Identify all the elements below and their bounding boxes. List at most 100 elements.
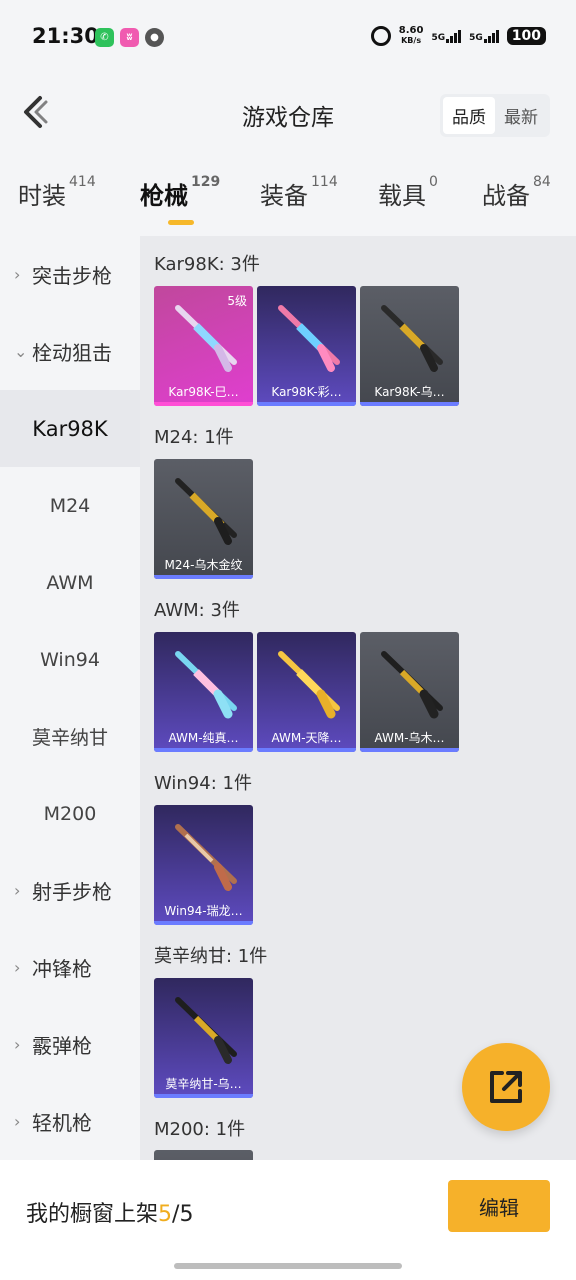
sidebar-item-bolt-sniper[interactable]: ⌄ 栓动狙击 (0, 313, 140, 390)
sidebar-item-lmg[interactable]: › 轻机枪 (0, 1083, 140, 1160)
item-card[interactable]: AWM-天降… (257, 632, 356, 752)
group-title-awm: AWM: 3件 (154, 600, 240, 621)
sidebar-item-label: 冲锋枪 (32, 957, 92, 981)
item-card[interactable]: Win94-瑞龙… (154, 805, 253, 925)
net-speed: 8.60 KB/s (399, 26, 424, 46)
bottom-bar: 我的橱窗上架5/5 编辑 (0, 1160, 576, 1280)
showcase-total: 5 (179, 1202, 194, 1227)
tab-label: 战备 (482, 182, 530, 210)
tab-guns[interactable]: 枪械 129 (140, 174, 220, 225)
chevron-down-icon: ⌄ (14, 342, 28, 361)
sidebar-item-mosin[interactable]: 莫辛纳甘 (0, 698, 140, 775)
sidebar-item-label: 栓动狙击 (32, 341, 112, 365)
sidebar-item-shotgun[interactable]: › 霰弹枪 (0, 1006, 140, 1083)
tab-count: 414 (69, 174, 96, 190)
tab-label: 载具 (378, 182, 426, 210)
rifle-icon (175, 478, 237, 545)
item-card[interactable]: AWM-纯真… (154, 632, 253, 752)
sidebar-item-awm[interactable]: AWM (0, 544, 140, 621)
rifle-icon (381, 305, 443, 372)
group-title-kar98k: Kar98K: 3件 (154, 254, 260, 275)
chevron-right-icon: › (14, 265, 21, 284)
signal-label-1: 5G (431, 32, 446, 43)
quality-bar (257, 402, 356, 406)
item-name: AWM-乌木… (374, 731, 445, 745)
quality-bar (154, 748, 253, 752)
chevron-right-icon: › (14, 1112, 21, 1131)
item-name: AWM-天降… (271, 731, 342, 745)
sidebar-item-smg[interactable]: › 冲锋枪 (0, 929, 140, 1006)
quality-bar (360, 748, 459, 752)
notification-icons: ✆ ʬ ● (95, 28, 164, 47)
quality-bar (154, 1094, 253, 1098)
item-card[interactable] (154, 1150, 253, 1160)
wechat-icon: ✆ (95, 28, 114, 47)
group-title-win94: Win94: 1件 (154, 773, 252, 794)
item-card[interactable]: Kar98K-彩… (257, 286, 356, 406)
weapon-inventory-list: Kar98K: 3件 5级 Kar98K-巳… Kar98K-彩… Kar98K… (140, 236, 576, 1160)
rifle-icon (175, 305, 237, 372)
item-name: M24-乌木金纹 (164, 558, 243, 572)
item-card[interactable]: 5级 Kar98K-巳… (154, 286, 253, 406)
category-tabs: 时装 414 枪械 129 装备 114 载具 0 战备 84 (0, 166, 576, 230)
tab-vehicles[interactable]: 载具 0 (378, 174, 438, 211)
quality-bar (154, 921, 253, 925)
showcase-label: 我的橱窗上架 (26, 1202, 159, 1227)
tab-supplies[interactable]: 战备 84 (482, 174, 551, 211)
item-card[interactable]: Kar98K-乌… (360, 286, 459, 406)
item-name: Kar98K-彩… (271, 385, 342, 399)
group-title-mosin: 莫辛纳甘: 1件 (154, 946, 268, 967)
edit-button[interactable]: 编辑 (448, 1180, 550, 1232)
rifle-icon (278, 651, 340, 719)
status-time: 21:30 (32, 24, 99, 48)
sidebar-item-label: 突击步枪 (32, 264, 112, 288)
item-name: Win94-瑞龙… (164, 904, 243, 918)
sidebar-item-win94[interactable]: Win94 (0, 621, 140, 698)
alarm-icon (370, 26, 391, 46)
sort-toggle: 品质 最新 (440, 94, 550, 137)
signal-icon-2: 5G (469, 29, 499, 43)
item-name: AWM-纯真… (168, 731, 239, 745)
rifle-icon (278, 305, 340, 372)
quality-bar (154, 575, 253, 579)
sidebar-item-label: 射手步枪 (32, 880, 112, 904)
item-card[interactable]: 莫辛纳甘-乌… (154, 978, 253, 1098)
tab-outfits[interactable]: 时装 414 (18, 174, 96, 211)
tab-count: 0 (429, 174, 438, 190)
sidebar-item-kar98k[interactable]: Kar98K (0, 390, 140, 467)
sidebar-item-label: 霰弹枪 (32, 1034, 92, 1058)
home-indicator[interactable] (174, 1263, 402, 1269)
tab-active-indicator (168, 220, 194, 225)
rifle-icon (175, 651, 237, 719)
tab-count: 114 (311, 174, 338, 190)
chevron-right-icon: › (14, 958, 21, 977)
avatar-notification-icon: ● (145, 28, 164, 47)
sidebar-item-m24[interactable]: M24 (0, 467, 140, 544)
item-card[interactable]: M24-乌木金纹 (154, 459, 253, 579)
rifle-icon (175, 997, 237, 1064)
sidebar-item-label: 轻机枪 (32, 1111, 92, 1135)
tab-label: 时装 (18, 182, 66, 210)
sidebar-item-marksman-rifle[interactable]: › 射手步枪 (0, 852, 140, 929)
showcase-current: 5 (158, 1202, 173, 1227)
battery-icon: 100 (506, 27, 546, 45)
item-card[interactable]: AWM-乌木… (360, 632, 459, 752)
signal-icon-1: 5G (431, 29, 462, 43)
sort-quality-option[interactable]: 品质 (443, 97, 495, 134)
sort-newest-option[interactable]: 最新 (495, 97, 547, 134)
rifle-icon (381, 651, 443, 719)
tab-equipment[interactable]: 装备 114 (260, 174, 338, 211)
weapon-type-sidebar: › 突击步枪 ⌄ 栓动狙击 Kar98K M24 AWM Win94 莫辛纳甘 M2… (0, 236, 140, 1160)
tab-label: 枪械 (140, 182, 188, 210)
group-title-m200: M200: 1件 (154, 1119, 246, 1140)
status-bar: 21:30 ✆ ʬ ● 8.60 KB/s 5G 5G 100 (0, 0, 576, 70)
top-app-bar: 游戏仓库 品质 最新 (0, 70, 576, 156)
quality-bar (257, 748, 356, 752)
quality-bar (154, 402, 253, 406)
share-external-icon (490, 1071, 522, 1103)
sidebar-item-assault-rifle[interactable]: › 突击步枪 (0, 236, 140, 313)
sidebar-item-m200[interactable]: M200 (0, 775, 140, 852)
share-button[interactable] (462, 1043, 550, 1131)
item-name: Kar98K-乌… (374, 385, 445, 399)
signal-label-2: 5G (469, 32, 483, 43)
